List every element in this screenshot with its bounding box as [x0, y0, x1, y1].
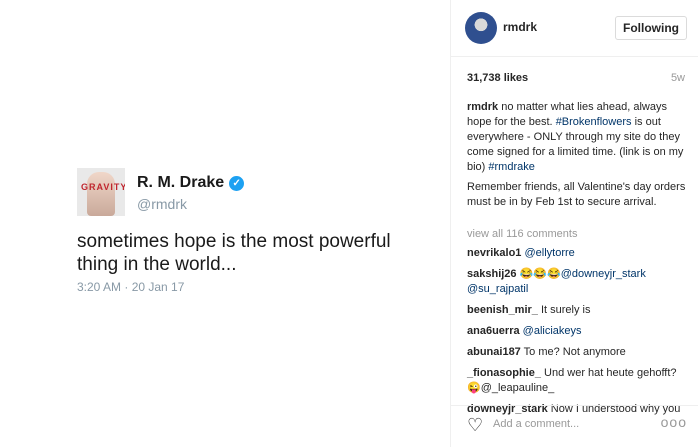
- comment: beenish_mir_ It surely is: [467, 303, 689, 318]
- likes-count[interactable]: 31,738 likes: [467, 72, 528, 84]
- caption-second-paragraph: Remember friends, all Valentine's day or…: [467, 181, 686, 208]
- tweet-handle: @rmdrk: [137, 196, 187, 212]
- comment-username[interactable]: nevrikalo1: [467, 247, 521, 259]
- hashtag-link[interactable]: #Brokenflowers: [556, 116, 632, 128]
- more-options-icon[interactable]: ooo: [661, 414, 687, 430]
- comment-text: It surely is: [540, 304, 591, 316]
- comment: _fionasophie_ Und wer hat heute gehofft?…: [467, 366, 689, 396]
- comment: ana6uerra @aliciakeys: [467, 324, 689, 339]
- comment-username[interactable]: _fionasophie_: [467, 367, 541, 379]
- following-button[interactable]: Following: [615, 16, 687, 40]
- heart-icon[interactable]: ♡: [467, 416, 485, 434]
- avatar-face: [87, 172, 115, 216]
- verified-icon: ✓: [229, 175, 245, 191]
- comment-text[interactable]: @aliciakeys: [523, 325, 582, 337]
- caption-username[interactable]: rmdrk: [467, 101, 498, 113]
- tweet-author: R. M. Drake ✓: [137, 174, 245, 192]
- comment-username[interactable]: beenish_mir_: [467, 304, 538, 316]
- tweet-avatar: GRAVITY: [77, 168, 125, 216]
- post-sidebar: rmdrk Following 31,738 likes 5w rmdrk no…: [450, 0, 698, 447]
- hashtag-link[interactable]: #rmdrake: [488, 161, 534, 173]
- comment: nevrikalo1 @ellytorre: [467, 246, 689, 261]
- comment-username[interactable]: abunai187: [467, 346, 521, 358]
- post-image: GRAVITY R. M. Drake ✓ @rmdrk sometimes h…: [0, 0, 450, 447]
- comment-username[interactable]: sakshij26: [467, 268, 517, 280]
- comment-text: To me? Not anymore: [523, 346, 626, 358]
- post-header: rmdrk Following: [451, 0, 698, 57]
- comment-text[interactable]: @ellytorre: [524, 247, 574, 259]
- avatar-logo-text: GRAVITY: [81, 182, 125, 192]
- comment: sakshij26 😂😂😂@downeyjr_stark @su_rajpati…: [467, 267, 689, 297]
- comment-username[interactable]: ana6uerra: [467, 325, 520, 337]
- post-age: 5w: [670, 72, 685, 84]
- add-comment-input[interactable]: Add a comment...: [493, 418, 579, 430]
- username-link[interactable]: rmdrk: [503, 20, 537, 34]
- tweet-timestamp: 3:20 AM · 20 Jan 17: [77, 280, 185, 294]
- avatar[interactable]: [465, 12, 497, 44]
- tweet-author-name: R. M. Drake: [137, 174, 225, 191]
- tweet-text: sometimes hope is the most powerful thin…: [77, 231, 391, 275]
- view-all-comments-link[interactable]: view all 116 comments: [467, 228, 577, 240]
- comment: abunai187 To me? Not anymore: [467, 345, 689, 360]
- comment-bar: ♡ Add a comment... ooo: [451, 405, 698, 448]
- comment-list: nevrikalo1 @ellytorre sakshij26 😂😂😂@down…: [467, 246, 689, 423]
- caption: rmdrk no matter what lies ahead, always …: [467, 100, 687, 175]
